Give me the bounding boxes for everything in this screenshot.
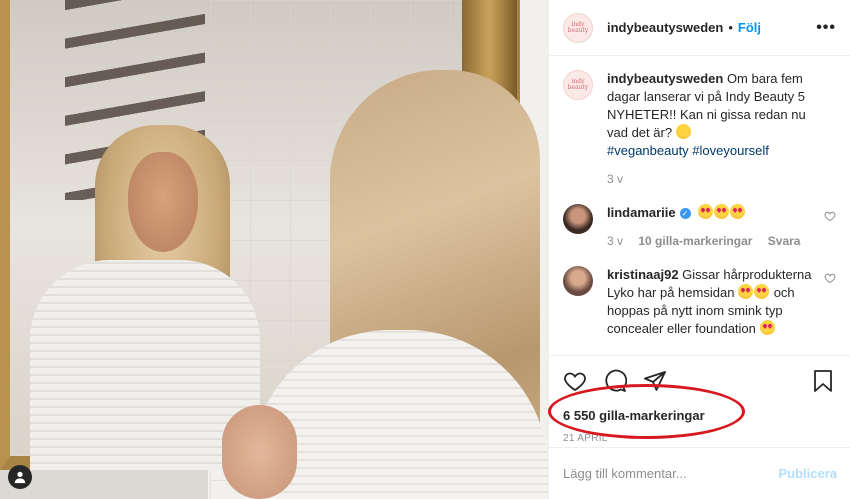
post-actions: 6 550 gilla-markeringar 21 april: [549, 355, 850, 444]
heart-eyes-emoji-icon: [714, 204, 730, 219]
verified-badge-icon: ✓: [679, 208, 691, 220]
caption-hashtags[interactable]: #veganbeauty #loveyourself: [607, 143, 769, 158]
add-comment-bar: Publicera: [549, 447, 850, 499]
account-avatar[interactable]: indy beauty: [563, 12, 593, 43]
comment-time[interactable]: 3 v: [607, 234, 623, 248]
caption-meta: 3 v: [607, 170, 818, 188]
comment: kristinaaj92 Gissar hårprodukterna Lyko …: [563, 266, 836, 338]
likes-count[interactable]: 6 550 gilla-markeringar: [563, 408, 835, 423]
action-bar: [563, 368, 835, 394]
comment-likes[interactable]: 10 gilla-markeringar: [638, 234, 752, 248]
share-paper-plane-icon[interactable]: [643, 369, 667, 393]
like-heart-icon[interactable]: [563, 369, 587, 393]
heart-eyes-emoji-icon: [759, 320, 775, 335]
caption-time[interactable]: 3 v: [607, 172, 623, 186]
caption-body: indybeautysweden Om bara fem dagar lanse…: [607, 70, 836, 188]
caption: indy beauty indybeautysweden Om bara fem…: [563, 70, 836, 188]
header-username[interactable]: indybeautysweden: [607, 20, 723, 35]
commenter-avatar[interactable]: [563, 266, 593, 296]
avatar-text: indy beauty: [567, 78, 589, 91]
save-bookmark-icon[interactable]: [811, 369, 835, 393]
reply-button[interactable]: Svara: [768, 234, 801, 248]
avatar-text: indy beauty: [567, 20, 589, 34]
comment-body: kristinaaj92 Gissar hårprodukterna Lyko …: [607, 266, 836, 338]
instagram-post: indy beauty indybeautysweden • Följ ••• …: [0, 0, 850, 499]
heart-eyes-emoji-icon: [698, 204, 714, 219]
heart-eyes-emoji-icon: [754, 284, 770, 299]
comment-like-heart-icon[interactable]: [824, 272, 836, 284]
comment-like-heart-icon[interactable]: [824, 210, 836, 222]
caption-avatar[interactable]: indy beauty: [563, 70, 593, 100]
tagged-user-icon[interactable]: [8, 465, 32, 489]
comment-meta: 3 v 10 gilla-markeringar Svara: [607, 232, 818, 250]
comment-input[interactable]: [563, 466, 779, 481]
comment-username[interactable]: lindamariie: [607, 205, 676, 220]
post-photo[interactable]: [0, 0, 548, 499]
heart-eyes-emoji-icon: [730, 204, 746, 219]
post-header: indy beauty indybeautysweden • Följ •••: [549, 0, 850, 56]
comment-body: lindamariie ✓ 3 v 10 gilla-markeringar Sv…: [607, 204, 836, 250]
separator-dot: •: [728, 20, 733, 35]
publish-button[interactable]: Publicera: [778, 466, 837, 481]
commenter-avatar[interactable]: [563, 204, 593, 234]
post-side-panel: indy beauty indybeautysweden • Följ ••• …: [548, 0, 850, 499]
comment-bubble-icon[interactable]: [603, 369, 627, 393]
follow-button[interactable]: Följ: [738, 20, 761, 35]
dizzy-emoji-icon: [675, 124, 691, 139]
comment: lindamariie ✓ 3 v 10 gilla-markeringar Sv…: [563, 204, 836, 250]
reflection-face: [128, 152, 198, 252]
more-options-icon[interactable]: •••: [816, 19, 836, 37]
caption-username[interactable]: indybeautysweden: [607, 71, 723, 86]
comments-list: indy beauty indybeautysweden Om bara fem…: [549, 56, 850, 354]
heart-eyes-emoji-icon: [738, 284, 754, 299]
comment-username[interactable]: kristinaaj92: [607, 267, 679, 282]
foreground-hand: [222, 405, 297, 499]
post-date[interactable]: 21 april: [563, 433, 835, 444]
